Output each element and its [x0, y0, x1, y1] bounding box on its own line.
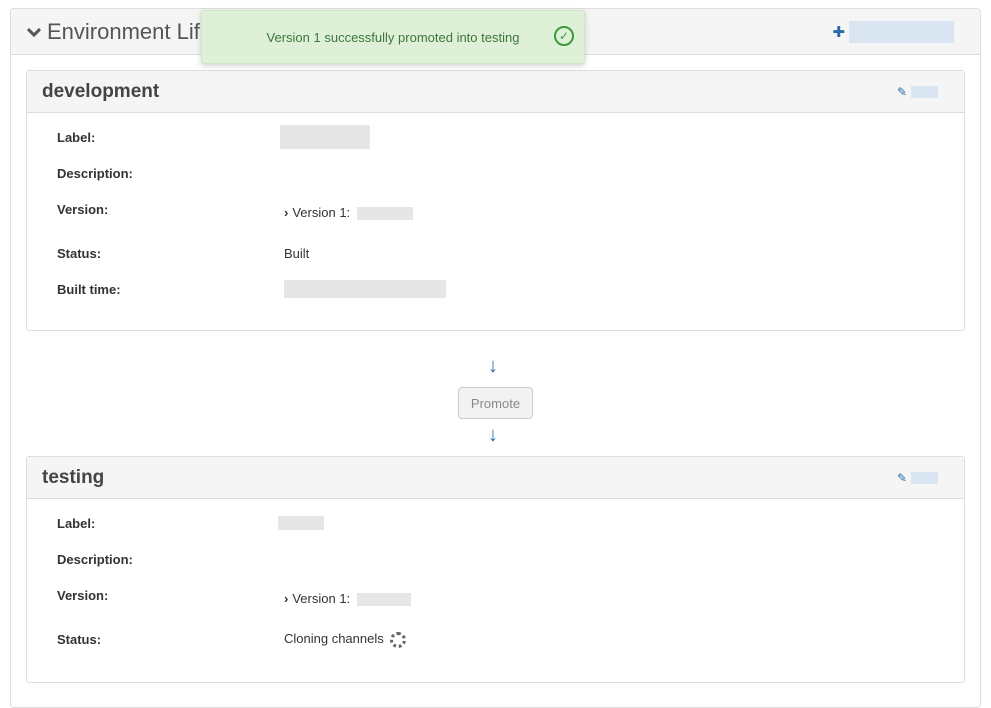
toast-message: Version 1 successfully promoted into tes…: [266, 29, 520, 45]
description-field-title: Description:: [57, 552, 133, 567]
version-text: Version 1:: [292, 591, 351, 606]
chevron-down-icon: [26, 25, 42, 41]
status-text: Cloning channels: [284, 631, 384, 646]
status-field-title: Status:: [57, 246, 102, 261]
pencil-icon: ✎: [896, 471, 907, 485]
environment-panel-testing: testing ✎ Label: Description: Version: ›…: [26, 456, 965, 683]
check-circle-icon[interactable]: ✓: [554, 26, 574, 46]
arrow-down-icon: ↓: [488, 355, 498, 377]
version-field-title: Version:: [57, 202, 109, 217]
status-field-title: Status:: [57, 632, 102, 647]
label-field-title: Label:: [57, 130, 96, 145]
version-field-title: Version:: [57, 588, 109, 603]
edit-environment-button[interactable]: ✎: [897, 471, 938, 485]
plus-icon: ✚: [832, 24, 845, 41]
edit-label: [911, 86, 938, 98]
environment-header: development ✎: [27, 71, 964, 113]
built-time-field-title: Built time:: [57, 282, 121, 297]
version-field-value[interactable]: › Version 1:: [284, 205, 413, 221]
promote-button[interactable]: Promote: [458, 387, 533, 419]
version-text: Version 1:: [292, 205, 351, 220]
environment-name: development: [42, 81, 160, 102]
environment-name: testing: [42, 467, 105, 488]
status-field-value: Built: [284, 246, 310, 261]
success-toast: Version 1 successfully promoted into tes…: [201, 10, 585, 64]
label-field-title: Label:: [57, 516, 96, 531]
chevron-right-icon: ›: [284, 205, 289, 220]
panel-title-toggle[interactable]: Environment Lif: [26, 19, 200, 45]
label-field-value: [278, 516, 324, 533]
pencil-icon: ✎: [896, 85, 907, 99]
description-field-title: Description:: [57, 166, 133, 181]
edit-label: [911, 472, 938, 484]
environment-panel-development: development ✎ Label: Description: Versio…: [26, 70, 965, 331]
arrow-down-icon: ↓: [488, 424, 498, 446]
add-environment-button[interactable]: ✚: [832, 21, 954, 43]
status-field-value: Cloning channels: [284, 631, 407, 648]
chevron-right-icon: ›: [284, 591, 289, 606]
add-environment-label: [849, 21, 954, 43]
label-field-value: [280, 125, 370, 152]
panel-title: Environment Lif: [47, 19, 200, 44]
environment-header: testing ✎: [27, 457, 964, 499]
edit-environment-button[interactable]: ✎: [897, 85, 938, 99]
built-time-field-value: [284, 280, 446, 301]
version-field-value[interactable]: › Version 1:: [284, 591, 411, 607]
spinner-icon: [390, 631, 407, 648]
